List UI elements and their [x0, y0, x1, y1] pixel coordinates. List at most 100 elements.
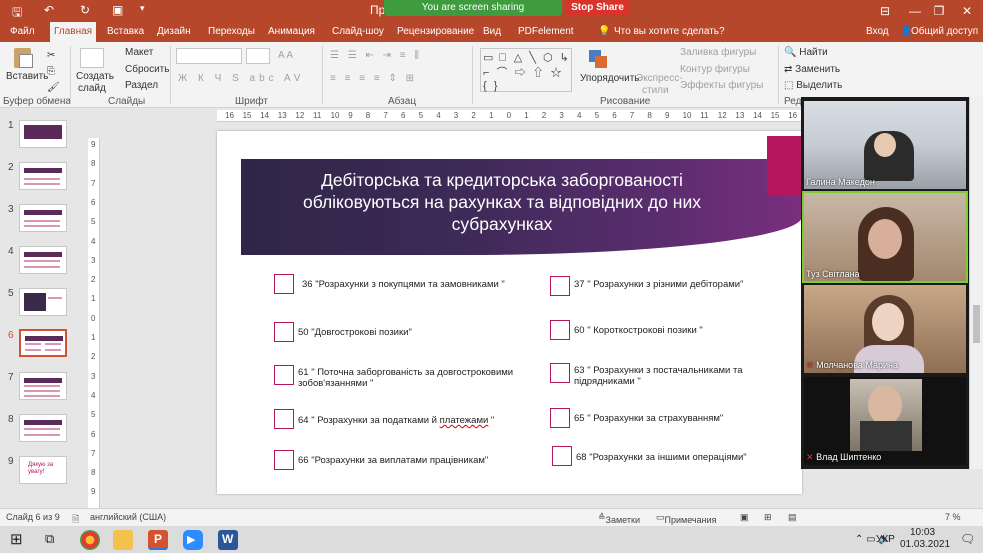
- slide-thumbnail-3[interactable]: [19, 204, 67, 232]
- new-slide-label-2[interactable]: слайд: [78, 83, 106, 94]
- checkbox-37[interactable]: [550, 276, 570, 296]
- item-68[interactable]: 68 "Розрахунки за іншими операціями": [576, 452, 796, 463]
- new-slide-icon[interactable]: [80, 48, 104, 68]
- item-50[interactable]: 50 "Довгострокові позики": [298, 327, 538, 338]
- tab-insert[interactable]: Вставка: [103, 22, 148, 42]
- font-grow-shrink-icon[interactable]: A A: [278, 50, 293, 61]
- tab-slideshow[interactable]: Слайд-шоу: [328, 22, 388, 42]
- vertical-scrollbar[interactable]: [969, 97, 983, 469]
- item-36[interactable]: 36 "Розрахунки з покупцями та замовникам…: [302, 279, 542, 290]
- customize-qa-icon[interactable]: ▾: [140, 3, 145, 14]
- shape-effects-button[interactable]: Эффекты фигуры: [680, 80, 763, 91]
- arrange-icon[interactable]: [585, 48, 611, 72]
- slide-thumbnail-4[interactable]: [19, 246, 67, 274]
- item-66[interactable]: 66 "Розрахунки за виплатами працівникам": [298, 455, 538, 466]
- checkbox-63[interactable]: [550, 363, 570, 383]
- item-60[interactable]: 60 " Короткострокові позики ": [574, 325, 794, 336]
- zoom-icon[interactable]: ▶: [183, 530, 203, 550]
- slide-thumbnail-1[interactable]: [19, 120, 67, 148]
- share-button[interactable]: Общий доступ: [907, 22, 982, 42]
- slide-title[interactable]: Дебіторська та кредиторська заборгованос…: [267, 169, 737, 235]
- select-button[interactable]: ⬚ Выделить: [784, 80, 842, 91]
- reset-button[interactable]: Сбросить: [125, 64, 169, 75]
- shape-outline-button[interactable]: Контур фигуры: [680, 64, 750, 75]
- slide-thumbnail-8[interactable]: [19, 414, 67, 442]
- powerpoint-icon[interactable]: P: [148, 530, 168, 550]
- checkbox-66[interactable]: [274, 450, 294, 470]
- clock-time[interactable]: 10:03: [910, 527, 935, 538]
- format-painter-icon[interactable]: 🖌: [47, 82, 60, 93]
- slide-canvas[interactable]: Дебіторська та кредиторська заборгованос…: [217, 131, 802, 494]
- checkbox-60[interactable]: [550, 320, 570, 340]
- align-buttons[interactable]: ≡ ≡ ≡ ≡ ⇕ ⊞: [330, 73, 417, 84]
- checkbox-68[interactable]: [552, 446, 572, 466]
- item-64[interactable]: 64 " Розрахунки за податками й платежами…: [298, 415, 538, 426]
- keyboard-language[interactable]: УКР: [876, 534, 895, 545]
- word-icon[interactable]: W: [218, 530, 238, 550]
- undo-icon[interactable]: ↶: [44, 3, 54, 17]
- clock-date[interactable]: 01.03.2021: [900, 539, 950, 550]
- language-indicator[interactable]: английский (США): [90, 512, 166, 522]
- chrome-icon[interactable]: [80, 530, 100, 550]
- tab-transitions[interactable]: Переходы: [204, 22, 259, 42]
- paste-icon[interactable]: [10, 46, 36, 70]
- slide-thumbnail-6-selected[interactable]: [19, 329, 67, 357]
- notes-button[interactable]: ≙ Заметки: [598, 512, 640, 525]
- stop-share-button[interactable]: Stop Share: [566, 0, 629, 16]
- item-63[interactable]: 63 " Розрахунки з постачальниками та під…: [574, 365, 774, 387]
- checkbox-61[interactable]: [274, 365, 294, 385]
- sorter-view-icon[interactable]: ⊞: [764, 512, 772, 523]
- paste-label[interactable]: Вставить: [6, 71, 48, 82]
- find-button[interactable]: 🔍 Найти: [784, 47, 828, 58]
- new-slide-label[interactable]: Создать: [76, 71, 114, 82]
- font-size-select[interactable]: [246, 48, 270, 64]
- screen-sharing-banner[interactable]: You are screen sharing: [384, 0, 562, 16]
- video-tile-4[interactable]: ✕ Влад Шиптенко: [804, 377, 966, 465]
- quick-styles-label-2[interactable]: стили: [642, 85, 669, 96]
- restore-button[interactable]: ❐: [924, 2, 954, 20]
- checkbox-65[interactable]: [550, 408, 570, 428]
- zoom-level[interactable]: 7 %: [945, 512, 961, 522]
- checkbox-50[interactable]: [274, 322, 294, 342]
- file-explorer-icon[interactable]: [113, 530, 133, 550]
- list-buttons[interactable]: ☰ ☰ ⇤ ⇥ ≡ ⫼: [330, 50, 422, 61]
- checkbox-36[interactable]: [274, 274, 294, 294]
- section-button[interactable]: Раздел: [125, 80, 158, 91]
- redo-icon[interactable]: ↻: [80, 3, 90, 17]
- slide-thumbnail-5[interactable]: [19, 288, 67, 316]
- item-65[interactable]: 65 " Розрахунки за страхуванням": [574, 413, 794, 424]
- windows-start-icon[interactable]: ⊞: [10, 530, 23, 548]
- ribbon-display-icon[interactable]: ⊟: [870, 2, 900, 20]
- item-61[interactable]: 61 " Поточна заборгованість за довгостро…: [298, 367, 538, 389]
- quick-styles-label[interactable]: Экспресс-: [636, 73, 683, 84]
- scrollbar-thumb[interactable]: [973, 305, 980, 343]
- slide-thumbnail-7[interactable]: [19, 372, 67, 400]
- video-tile-2-active-speaker[interactable]: Туз Світлана: [802, 191, 968, 283]
- copy-icon[interactable]: ⎘: [47, 66, 55, 77]
- shapes-gallery[interactable]: ▭ ⃝ △ ╲ ⬡ ↳ ⌐ ⌒ ⇨ ⇧ ☆ { }: [480, 48, 572, 92]
- save-icon[interactable]: 🖫: [12, 3, 22, 24]
- slide-thumbnail-2[interactable]: [19, 162, 67, 190]
- font-format-buttons[interactable]: Ж К Ч S abc AV: [178, 73, 304, 84]
- shape-fill-button[interactable]: Заливка фигуры: [680, 47, 756, 58]
- tab-design[interactable]: Дизайн: [153, 22, 195, 42]
- slideshow-start-icon[interactable]: ▣: [112, 3, 123, 17]
- font-name-select[interactable]: [176, 48, 242, 64]
- tab-file[interactable]: Файл: [6, 22, 39, 42]
- slide-thumbnail-9[interactable]: Дякую за увагу!: [19, 456, 67, 484]
- video-tile-1[interactable]: Галина Македон: [804, 101, 966, 189]
- tell-me-search[interactable]: Что вы хотите сделать?: [610, 22, 729, 42]
- comments-button[interactable]: ▭ Примечания: [656, 512, 716, 525]
- notifications-icon[interactable]: 🗨: [960, 532, 975, 546]
- normal-view-icon[interactable]: ▣: [740, 512, 749, 523]
- reading-view-icon[interactable]: ▤: [788, 512, 797, 523]
- tab-view[interactable]: Вид: [479, 22, 505, 42]
- tab-review[interactable]: Рецензирование: [393, 22, 478, 42]
- video-tile-3[interactable]: ✕ Молчанова Марина: [804, 285, 966, 373]
- cut-icon[interactable]: ✂: [47, 50, 55, 61]
- tab-home[interactable]: Главная: [50, 22, 97, 42]
- task-view-icon[interactable]: ⧉: [45, 531, 54, 547]
- tab-pdfelement[interactable]: PDFelement: [514, 22, 578, 42]
- checkbox-64[interactable]: [274, 409, 294, 429]
- tab-animation[interactable]: Анимация: [264, 22, 319, 42]
